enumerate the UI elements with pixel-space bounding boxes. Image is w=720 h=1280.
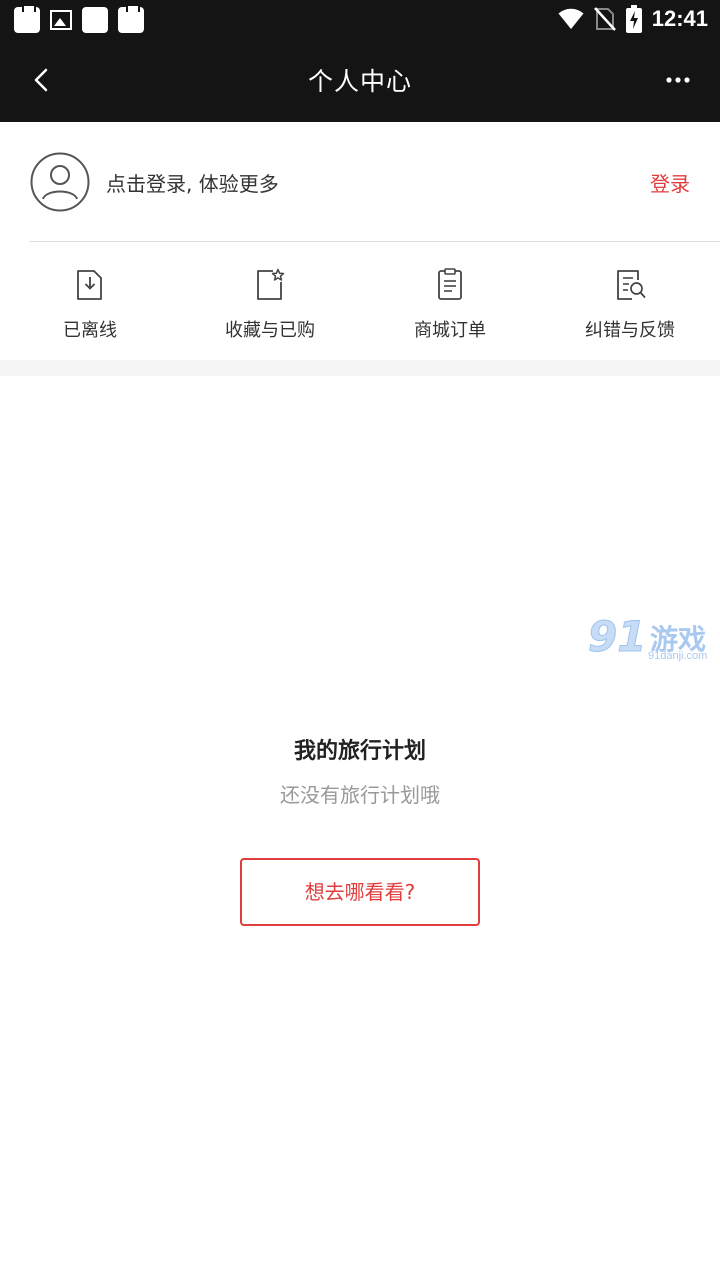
clipboard-icon [14, 4, 40, 33]
quick-action-offline[interactable]: 已离线 [0, 242, 180, 360]
more-button[interactable] [658, 60, 698, 100]
explore-destinations-button[interactable]: 想去哪看看? [240, 858, 480, 926]
favorite-star-icon [257, 268, 285, 300]
image-icon [50, 10, 72, 30]
page-title: 个人中心 [307, 67, 412, 96]
profile-login-row[interactable]: 点击登录, 体验更多 登录 [0, 122, 720, 242]
status-bar-system: 12:41 [558, 5, 708, 33]
more-horizontal-icon [666, 77, 690, 83]
status-bar: 12:41 [0, 0, 720, 40]
user-avatar-icon [30, 152, 90, 212]
app-icon [82, 7, 108, 33]
quick-action-feedback[interactable]: 纠错与反馈 [540, 242, 720, 360]
order-list-icon [438, 268, 462, 300]
offline-download-icon [77, 270, 102, 300]
quick-action-label: 已离线 [63, 320, 117, 341]
login-button[interactable]: 登录 [650, 168, 690, 197]
battery-charging-icon [625, 5, 642, 33]
wifi-icon [558, 8, 584, 29]
quick-action-label: 商城订单 [414, 320, 486, 341]
section-separator [0, 360, 720, 376]
status-time: 12:41 [651, 6, 708, 31]
clipboard-icon [118, 4, 144, 33]
feedback-search-icon [617, 270, 646, 300]
app-bar: 个人中心 [0, 40, 720, 122]
quick-action-favorites[interactable]: 收藏与已购 [180, 242, 360, 360]
quick-action-label: 纠错与反馈 [585, 320, 675, 341]
watermark-url: 91danji.com [648, 650, 708, 662]
watermark-logo: 91 游戏 91danji.com [586, 612, 720, 668]
watermark-number: 91 [587, 612, 647, 662]
travel-plan-empty-text: 还没有旅行计划哦 [280, 783, 440, 807]
no-sim-icon [593, 7, 616, 31]
quick-actions: 已离线 收藏与已购 商城订单 纠错与反馈 [0, 242, 720, 360]
quick-action-label: 收藏与已购 [225, 320, 315, 341]
travel-plan-title: 我的旅行计划 [293, 739, 426, 764]
login-prompt-text: 点击登录, 体验更多 [106, 172, 279, 196]
quick-action-orders[interactable]: 商城订单 [360, 242, 540, 360]
status-bar-notifications [14, 4, 144, 33]
